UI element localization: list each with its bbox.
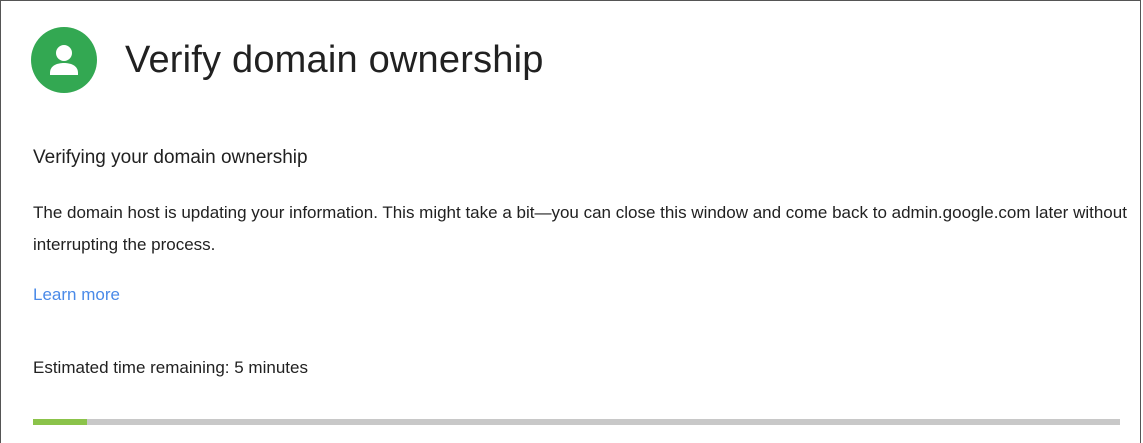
- time-remaining-text: Estimated time remaining: 5 minutes: [33, 358, 308, 377]
- section-heading: Verifying your domain ownership: [33, 147, 308, 168]
- page-title: Verify domain ownership: [125, 38, 544, 81]
- status-description: The domain host is updating your informa…: [33, 203, 1127, 254]
- dialog-header: Verify domain ownership: [31, 27, 544, 93]
- dialog-frame: Verify domain ownership Verifying your d…: [0, 0, 1141, 443]
- learn-more-link[interactable]: Learn more: [33, 285, 120, 305]
- progress-bar: [33, 419, 1120, 425]
- avatar: [31, 27, 97, 93]
- progress-bar-fill: [33, 419, 88, 425]
- person-icon: [50, 45, 78, 75]
